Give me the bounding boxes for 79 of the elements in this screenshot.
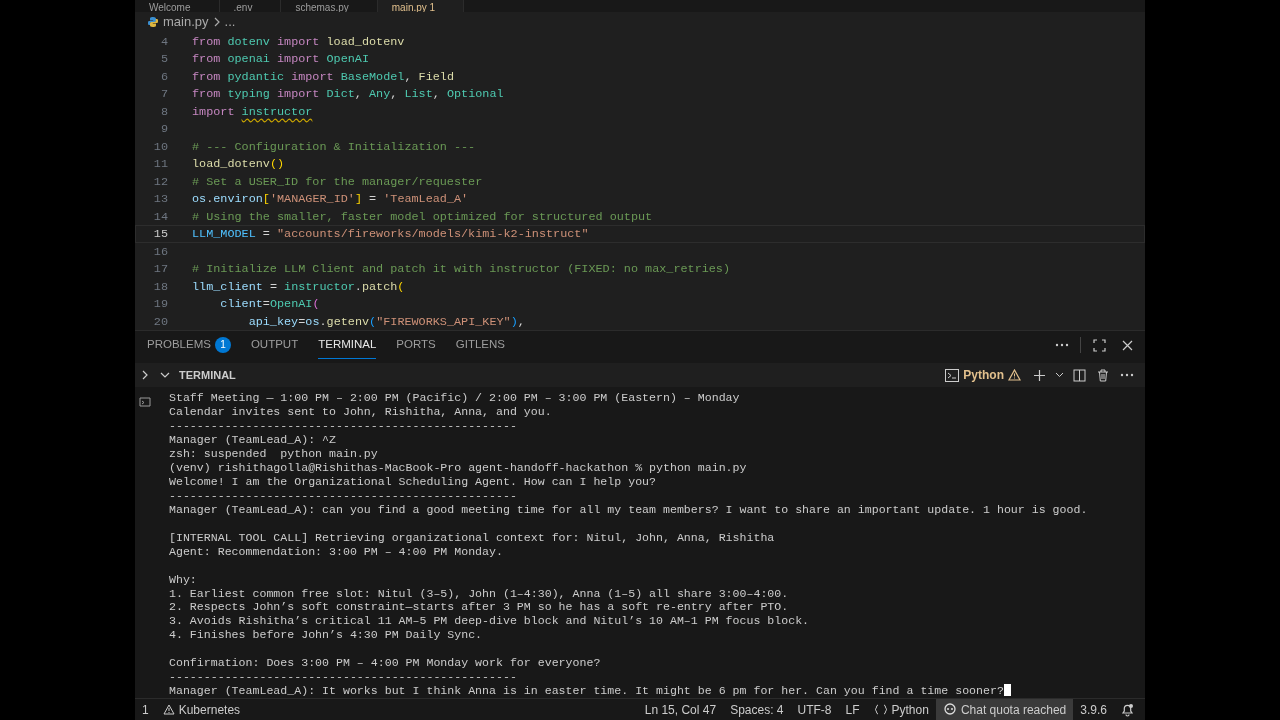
code-text: from openai import OpenAI [192,51,369,67]
terminal-line: Staff Meeting — 1:00 PM – 2:00 PM (Pacific) / 2:00 PM – 3:00 PM (Eastern) – Monday [169,391,740,405]
python-file-icon [147,16,159,29]
terminal-line: Confirmation: Does 3:00 PM – 4:00 PM Monday work for everyone? [169,656,601,670]
warning-icon [162,704,175,715]
panel-tab[interactable]: OUTPUT [250,332,299,359]
line-number: 7 [159,86,168,102]
terminal-line: Agent: Recommendation: 3:00 PM – 4:00 PM Monday. [169,544,503,558]
line-number: 8 [159,103,168,120]
terminal-line: -------------------------------------------------- [169,419,517,433]
terminal-icon [945,368,960,382]
section-title: TERMINAL [179,368,236,384]
status-item[interactable]: UTF-8 [790,698,839,720]
editor-tab[interactable]: main.py 1 [377,0,465,13]
terminal-line: 3. Avoids Rishitha’s critical 11 AM–5 PM deep-dive block and Nitul’s 10 AM–1 PM focus block. [169,614,810,628]
terminal-line: (venv) rishithagolla@Rishithas-MacBook-Pro agent-handoff-hackathon % python main.py [169,461,747,475]
terminal-line: Calendar invites sent to John, Rishitha, Anna, and you. [169,405,552,419]
status-item[interactable]: Ln 15, Col 47 [637,698,724,720]
line-number: 6 [159,68,168,85]
status-item[interactable]: Chat quota reached [935,698,1074,720]
terminal-line: 1. Earliest common free slot: Nitul (3–5), John (1–4:30), Anna (1–5) all share 3:00–4:00. [169,586,789,600]
panel-tab[interactable]: PORTS [396,332,436,359]
code-text: # Using the smaller, faster model optimized for structured output [192,208,653,225]
code-text: os.environ['MANAGER_ID'] = 'TeamLead_A' [192,191,469,207]
chevron-icon [212,17,221,28]
line-number: 9 [159,121,168,137]
terminal-line: -------------------------------------------------- [169,670,517,684]
code-text: # --- Configuration & Initialization --- [192,138,476,155]
code-text: from typing import Dict, Any, List, Optional [192,86,504,102]
code-text: client=OpenAI( [219,296,320,312]
code-text: from dotenv import load_dotenv [192,33,405,50]
code-text: load_dotenv() [192,156,285,172]
panel-tab[interactable]: GITLENS [455,332,505,359]
line-number: 4 [159,33,168,50]
status-item[interactable]: Kubernetes [155,698,248,720]
line-number: 11 [152,156,168,172]
line-number: 10 [152,138,168,155]
breadcrumb-item[interactable]: ... [224,12,236,32]
terminal-line: zsh: suspended python main.py [169,447,378,461]
panel-tab[interactable]: PROBLEMS 1 [147,332,231,359]
line-number: 19 [152,296,168,312]
line-number: 13 [152,191,168,207]
status-item[interactable]: 1 [135,698,156,720]
terminal-line: Manager (TeamLead_A): ^Z [169,433,336,447]
code-text: llm_client = instructor.patch( [192,278,405,295]
line-number: 12 [152,173,168,190]
braces-icon [873,704,888,715]
line-number: 18 [152,278,168,295]
terminal-line: -------------------------------------------------- [169,488,517,502]
code-text: # Initialize LLM Client and patch it with instructor (FIXED: no max_retries) [192,261,731,277]
terminal-line: 2. Respects John’s soft constraint—starts after 3 PM so he has a soft re-entry after PTO. [169,600,789,614]
terminal-line: Manager (TeamLead_A): It works but I think Anna is in easter time. It might be 6 pm for her. Can you find a time sooner? [169,684,1004,698]
terminal-line: Welcome! I am the Organizational Scheduling Agent. How can I help you? [169,475,657,488]
line-number: 14 [152,208,168,225]
panel-tab[interactable]: TERMINAL [318,332,377,359]
terminal-line: [INTERNAL TOOL CALL] Retrieving organizational context for: Nitul, John, Anna, Rishitha [169,530,775,544]
status-item[interactable]: Spaces: 4 [723,698,791,720]
code-text: from pydantic import BaseModel, Field [192,68,454,85]
status-item[interactable]: Python [866,698,936,720]
status-item[interactable]: LF [838,698,867,720]
chat-icon [942,703,957,716]
code-text: import instructor [192,103,313,120]
terminal-icon [139,396,151,409]
warning-icon [1008,369,1021,382]
current-code-text: LLM_MODEL = "accounts/fireworks/models/kimi-k2-instruct" [192,226,589,242]
terminal-line: 4. Finishes before John’s 4:30 PM Daily Sync. [169,628,483,642]
line-number: 20 [152,313,168,330]
status-item[interactable]: 3.9.6 [1073,698,1114,720]
terminal-line: Manager (TeamLead_A): can you find a good meeting time for all my team members? I want to share an important update. 1 hour is good. [169,502,1088,516]
text-cursor [1003,684,1011,697]
line-number: 5 [159,51,168,67]
terminal-line: Why: [169,572,197,586]
code-text: api_key=os.getenv("FIREWORKS_API_KEY"), [247,313,525,330]
line-number: 17 [152,261,168,277]
line-number: 15 [152,226,168,242]
code-text: # Set a USER_ID for the manager/requester [192,173,483,190]
breadcrumb-item[interactable]: main.py [163,12,209,32]
terminal-shell-button[interactable]: Python [941,366,1025,385]
line-number: 16 [152,243,168,260]
